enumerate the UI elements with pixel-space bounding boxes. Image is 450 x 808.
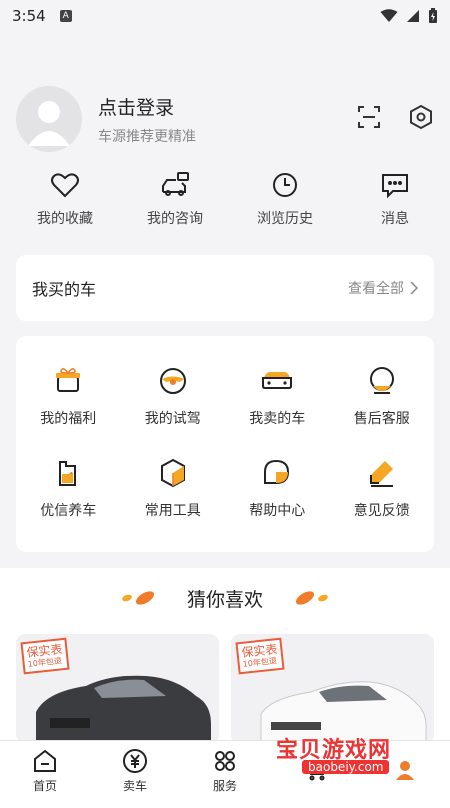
car-card[interactable]: 保实表 10年包退 <box>16 634 219 744</box>
quick-label: 浏览历史 <box>257 211 313 227</box>
yuan-circle-icon <box>122 748 148 774</box>
battery-icon <box>429 8 437 23</box>
my-car-title: 我买的车 <box>32 280 97 299</box>
cube-tool-icon <box>156 456 190 490</box>
tab-services[interactable]: 服务 <box>180 741 270 801</box>
chat-bubble-icon <box>260 456 294 490</box>
service-after-sales[interactable]: 售后客服 <box>330 364 435 428</box>
tab-home[interactable]: 首页 <box>0 741 90 801</box>
service-label: 常用工具 <box>144 503 201 519</box>
status-time: 3:54 <box>12 7 46 25</box>
service-label: 我的福利 <box>40 411 97 427</box>
gift-icon <box>51 364 85 398</box>
service-sold-cars[interactable]: 我卖的车 <box>225 364 330 428</box>
settings-hex-icon[interactable] <box>408 104 434 130</box>
tab-label: 首页 <box>32 779 57 793</box>
decoration-left-icon <box>119 586 159 610</box>
view-all-label: 查看全部 <box>348 281 404 297</box>
clock-icon <box>270 170 300 200</box>
tab-label: 服务 <box>212 779 237 793</box>
watermark: 宝贝游戏网 baobeiy.com <box>276 730 426 780</box>
tab-label: 卖车 <box>122 779 147 793</box>
quick-favorites[interactable]: 我的收藏 <box>10 170 120 228</box>
service-label: 帮助中心 <box>249 503 306 519</box>
login-prompt[interactable]: 点击登录 车源推荐更精准 <box>98 93 196 146</box>
home-icon <box>32 748 58 774</box>
service-label: 我卖的车 <box>249 411 306 427</box>
service-welfare[interactable]: 我的福利 <box>16 364 121 428</box>
service-car-care[interactable]: 优信养车 <box>16 456 121 520</box>
guess-title: 猜你喜欢 <box>186 588 263 611</box>
car-card[interactable]: 保实表 10年包退 <box>231 634 434 744</box>
quick-label: 我的咨询 <box>147 211 203 227</box>
tab-sell-car[interactable]: 卖车 <box>90 741 180 801</box>
watermark-url: baobeiy.com <box>302 760 390 774</box>
service-test-drive[interactable]: 我的试驾 <box>121 364 226 428</box>
status-bar: 3:54 A <box>0 0 450 32</box>
quick-messages[interactable]: 消息 <box>340 170 450 228</box>
signal-icon <box>407 10 419 22</box>
avatar[interactable] <box>16 86 82 152</box>
steering-wheel-icon <box>156 364 190 398</box>
wifi-icon <box>380 9 398 22</box>
quick-label: 我的收藏 <box>37 211 93 227</box>
customer-service-icon <box>365 364 399 398</box>
oil-can-icon <box>51 456 85 490</box>
quick-consult[interactable]: 我的咨询 <box>120 170 230 228</box>
services-card: 我的福利 我的试驾 我卖的车 售后客服 优信养车 常用工具 帮助中心 意见反馈 <box>16 336 434 552</box>
service-tools[interactable]: 常用工具 <box>121 456 226 520</box>
service-help-center[interactable]: 帮助中心 <box>225 456 330 520</box>
profile-section: 点击登录 车源推荐更精准 <box>16 84 434 154</box>
service-label: 优信养车 <box>40 503 97 519</box>
my-bought-cars-card[interactable]: 我买的车 查看全部 <box>16 255 434 321</box>
quick-label: 消息 <box>381 211 409 227</box>
avatar-placeholder-icon <box>28 101 70 146</box>
login-title[interactable]: 点击登录 <box>98 93 196 120</box>
decoration-right-icon <box>291 586 331 610</box>
message-icon <box>380 170 410 200</box>
heart-icon <box>50 170 80 200</box>
chevron-right-icon <box>410 281 418 295</box>
pencil-icon <box>365 456 399 490</box>
scan-icon[interactable] <box>356 104 382 130</box>
service-label: 意见反馈 <box>353 503 410 519</box>
service-label: 我的试驾 <box>144 411 201 427</box>
service-label: 售后客服 <box>353 411 410 427</box>
service-feedback[interactable]: 意见反馈 <box>330 456 435 520</box>
notification-icon: A <box>59 10 72 22</box>
guarantee-badge: 保实表 10年包退 <box>20 637 70 675</box>
car-chat-icon <box>160 170 190 200</box>
login-subtitle: 车源推荐更精准 <box>98 128 196 145</box>
quick-history[interactable]: 浏览历史 <box>230 170 340 228</box>
car-front-icon <box>260 364 294 398</box>
quick-actions: 我的收藏 我的咨询 浏览历史 消息 <box>0 170 450 228</box>
view-all-link[interactable]: 查看全部 <box>348 278 418 298</box>
grid-clover-icon <box>212 748 238 774</box>
guarantee-badge: 保实表 10年包退 <box>235 637 285 675</box>
